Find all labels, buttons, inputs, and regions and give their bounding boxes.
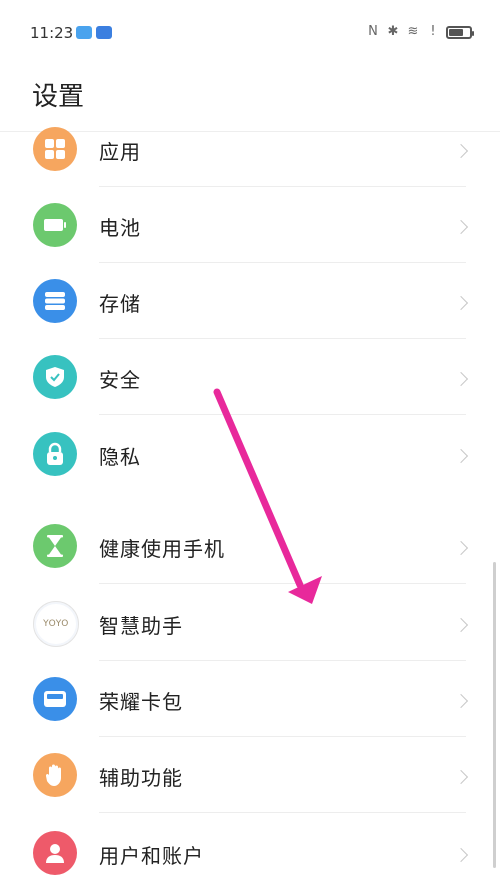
chevron-right-icon [453,448,469,464]
item-divider [99,583,466,584]
storage-icon [33,279,77,323]
item-divider [99,736,466,737]
yoyo-icon: YOYO [33,601,79,647]
wallet-icon [33,677,77,721]
settings-item-label: 智慧助手 [99,614,183,638]
apps-icon [33,127,77,171]
battery-icon [33,203,77,247]
settings-item-label: 应用 [99,140,141,164]
settings-item-wallet[interactable]: 荣耀卡包 [0,663,500,739]
settings-item-label: 荣耀卡包 [99,690,183,714]
notification-icons [76,26,112,39]
settings-item-battery[interactable]: 电池 [0,189,500,265]
settings-item-lock[interactable]: 隐私 [0,418,500,494]
yoyo-logo-text: YOYO [43,619,69,629]
page-title: 设置 [32,82,85,112]
user-icon [33,831,77,875]
chevron-right-icon [453,617,469,633]
item-divider [99,186,466,187]
settings-item-yoyo[interactable]: YOYO 智慧助手 [0,587,500,663]
shield-icon [33,355,77,399]
settings-item-hand[interactable]: 辅助功能 [0,739,500,815]
item-divider [99,812,466,813]
status-time: 11:23 [30,24,74,42]
status-bar: 11:23 N ✱ ≋ ! [0,0,500,64]
bluetooth-icon: ✱ [387,24,399,39]
settings-item-label: 辅助功能 [99,766,183,790]
item-divider [99,262,466,263]
item-divider [99,660,466,661]
chevron-right-icon [453,371,469,387]
settings-item-hourglass[interactable]: 健康使用手机 [0,510,500,586]
chevron-right-icon [453,540,469,556]
settings-item-apps[interactable]: 应用 [0,113,500,189]
item-divider [99,414,466,415]
settings-item-label: 隐私 [99,445,141,469]
item-divider [99,338,466,339]
status-indicators: N ✱ ≋ ! [366,24,474,39]
settings-item-label: 健康使用手机 [99,537,225,561]
settings-item-label: 存储 [99,292,141,316]
alert-icon: ! [430,24,436,39]
settings-item-label: 电池 [99,216,141,240]
settings-item-user[interactable]: 用户和账户 [0,817,500,893]
scrollbar[interactable] [493,562,496,868]
chevron-right-icon [453,143,469,159]
chevron-right-icon [453,295,469,311]
hand-icon [33,753,77,797]
settings-item-label: 用户和账户 [99,844,204,868]
honor-notification-icon [96,26,112,39]
settings-item-shield[interactable]: 安全 [0,341,500,417]
battery-status-icon [446,25,474,39]
lock-icon [33,432,77,476]
settings-item-label: 安全 [99,368,141,392]
cloud-notification-icon [76,26,92,39]
nfc-icon: N [368,24,378,39]
hourglass-icon [33,524,77,568]
chevron-right-icon [453,693,469,709]
chevron-right-icon [453,847,469,863]
chevron-right-icon [453,769,469,785]
chevron-right-icon [453,219,469,235]
settings-item-storage[interactable]: 存储 [0,265,500,341]
wifi-icon: ≋ [407,24,419,39]
